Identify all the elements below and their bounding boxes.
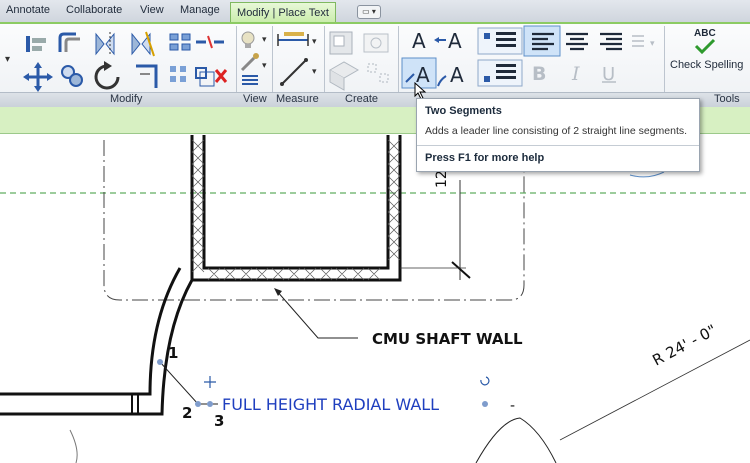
modify-panel-tools: ▾ — [5, 31, 228, 92]
svg-text:▾: ▾ — [650, 39, 655, 49]
shaft-wall-inner — [202, 135, 390, 270]
leader-grip[interactable] — [207, 401, 213, 407]
panel-label-modify: Modify — [110, 93, 143, 105]
svg-text:▾: ▾ — [262, 35, 267, 45]
create-group-icon[interactable] — [363, 33, 389, 53]
shaft-wall-outer — [190, 135, 402, 282]
array-icon[interactable] — [170, 66, 186, 82]
align-center-icon[interactable] — [566, 32, 588, 51]
move-icon[interactable] — [23, 62, 53, 92]
split-gap-icon[interactable] — [196, 35, 224, 49]
tab-manage[interactable]: Manage — [180, 4, 220, 16]
wall-hatch — [191, 139, 401, 281]
delete-icon[interactable] — [214, 69, 228, 83]
hide-element-icon[interactable] — [241, 31, 255, 48]
text-width-grip[interactable] — [482, 401, 488, 407]
panel-label-view: View — [243, 93, 267, 105]
radial-wall-outer — [0, 267, 182, 396]
align-icon[interactable] — [22, 32, 46, 54]
curved-leader-icon[interactable]: A — [437, 63, 464, 87]
scale-icon[interactable] — [195, 67, 215, 87]
panel-label-measure: Measure — [276, 93, 319, 105]
aligned-dimension-icon[interactable] — [280, 58, 308, 86]
create-assembly-icon[interactable] — [328, 61, 360, 91]
linework-icon[interactable] — [242, 75, 258, 85]
leader-grip[interactable] — [157, 359, 163, 365]
measure-between-points-icon[interactable] — [277, 32, 309, 46]
svg-text:▾: ▾ — [262, 61, 267, 71]
tab-annotate[interactable]: Annotate — [6, 4, 50, 16]
offset-icon[interactable] — [58, 32, 80, 52]
tooltip-help: Press F1 for more help — [425, 152, 545, 164]
check-spelling-button[interactable]: Check Spelling — [670, 59, 743, 71]
shaft-leader-line — [275, 289, 358, 339]
dimension-tick — [451, 261, 471, 279]
italic-button[interactable]: I — [571, 63, 580, 85]
move-grip-icon[interactable] — [204, 376, 216, 388]
create-panel-tools — [328, 31, 389, 91]
svg-text:-: - — [510, 398, 515, 414]
tooltip: Two Segments Adds a leader line consisti… — [416, 98, 700, 172]
copy-icon[interactable] — [61, 65, 83, 87]
panel-label-tools: Tools — [714, 93, 740, 105]
leader-grip[interactable] — [195, 401, 201, 407]
tab-view[interactable]: View — [140, 4, 164, 16]
create-similar-icon[interactable] — [329, 31, 353, 55]
bold-button[interactable]: B — [532, 63, 546, 85]
point-label-3: 3 — [214, 412, 224, 430]
panel-label-create: Create — [345, 93, 379, 105]
override-graphics-icon[interactable] — [240, 53, 259, 72]
rotate-grip-icon[interactable] — [480, 376, 490, 386]
dimension-text: 12 — [434, 170, 450, 188]
radius-text: R 24' - 0" — [649, 321, 719, 370]
ribbon-display-toggle[interactable]: ▭ ▾ — [357, 5, 381, 19]
drawing-canvas[interactable]: 12 CMU SHAFT WALL FULL HEIGHT RADIAL WAL… — [0, 133, 750, 463]
radial-leader-line — [159, 361, 218, 405]
leader-left-top-icon[interactable] — [477, 27, 523, 55]
svg-text:▾: ▾ — [5, 54, 10, 65]
tooltip-description: Adds a leader line consisting of 2 strai… — [425, 125, 688, 137]
tooltip-title: Two Segments — [425, 105, 502, 117]
mirror-pick-axis-icon[interactable] — [95, 32, 115, 56]
align-left-button[interactable] — [523, 25, 561, 57]
check-spelling-icon[interactable] — [694, 38, 716, 54]
tooltip-divider — [417, 145, 699, 146]
radial-wall-label[interactable]: FULL HEIGHT RADIAL WALL — [222, 395, 439, 414]
mirror-draw-axis-icon[interactable] — [131, 31, 155, 57]
svg-text:▾: ▾ — [312, 67, 317, 77]
tab-collaborate[interactable]: Collaborate — [66, 4, 122, 16]
create-parts-icon[interactable] — [367, 63, 389, 83]
bottom-detail — [475, 417, 557, 463]
list-icon[interactable] — [632, 35, 644, 47]
align-right-icon[interactable] — [600, 32, 622, 51]
format-panel-tools: A A A A ▾ B I U — [401, 25, 655, 89]
point-label-2: 2 — [182, 404, 192, 422]
svg-text:▾: ▾ — [312, 37, 317, 47]
rotate-icon[interactable] — [94, 61, 120, 90]
view-panel-tools: ▾ ▾ — [240, 31, 267, 85]
split-element-icon[interactable] — [169, 33, 191, 51]
leader-left-bottom-icon[interactable] — [477, 59, 523, 87]
tab-modify-place-text[interactable]: Modify | Place Text — [230, 2, 336, 23]
svg-text:A: A — [448, 29, 462, 53]
shaft-wall-label: CMU SHAFT WALL — [372, 330, 523, 348]
point-label-1: 1 — [168, 344, 178, 362]
no-leader-icon[interactable]: A — [412, 29, 426, 53]
ribbon-tab-bar: Annotate Collaborate View Manage Modify … — [0, 0, 750, 23]
svg-text:A: A — [450, 63, 464, 87]
one-segment-leader-icon[interactable]: A — [434, 29, 462, 53]
measure-panel-tools: ▾ ▾ — [277, 32, 317, 86]
trim-extend-icon[interactable] — [136, 64, 158, 88]
